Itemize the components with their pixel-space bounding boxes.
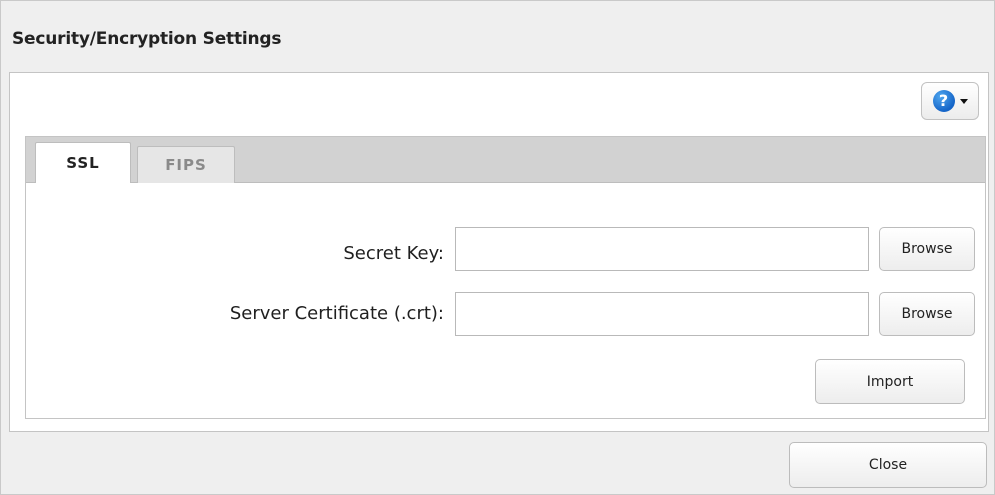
chevron-down-icon: [959, 98, 968, 104]
tab-bar: SSL FIPS: [26, 137, 985, 183]
server-certificate-input[interactable]: [455, 292, 869, 336]
secret-key-input[interactable]: [455, 227, 869, 271]
security-encryption-dialog: Security/Encryption Settings ? SSL FIPS …: [0, 0, 995, 495]
dialog-title: Security/Encryption Settings: [12, 29, 282, 49]
tab-ssl[interactable]: SSL: [35, 142, 131, 183]
tab-container: SSL FIPS Secret Key: Browse Server Certi…: [25, 136, 986, 419]
secret-key-browse-button[interactable]: Browse: [879, 227, 975, 271]
server-certificate-label: Server Certificate (.crt):: [229, 303, 444, 324]
help-icon: ?: [932, 90, 955, 112]
tab-fips[interactable]: FIPS: [137, 146, 235, 183]
close-button[interactable]: Close: [789, 442, 987, 488]
secret-key-label: Secret Key:: [343, 243, 444, 264]
help-button[interactable]: ?: [921, 82, 979, 120]
import-button[interactable]: Import: [815, 359, 965, 404]
server-certificate-browse-button[interactable]: Browse: [879, 292, 975, 336]
